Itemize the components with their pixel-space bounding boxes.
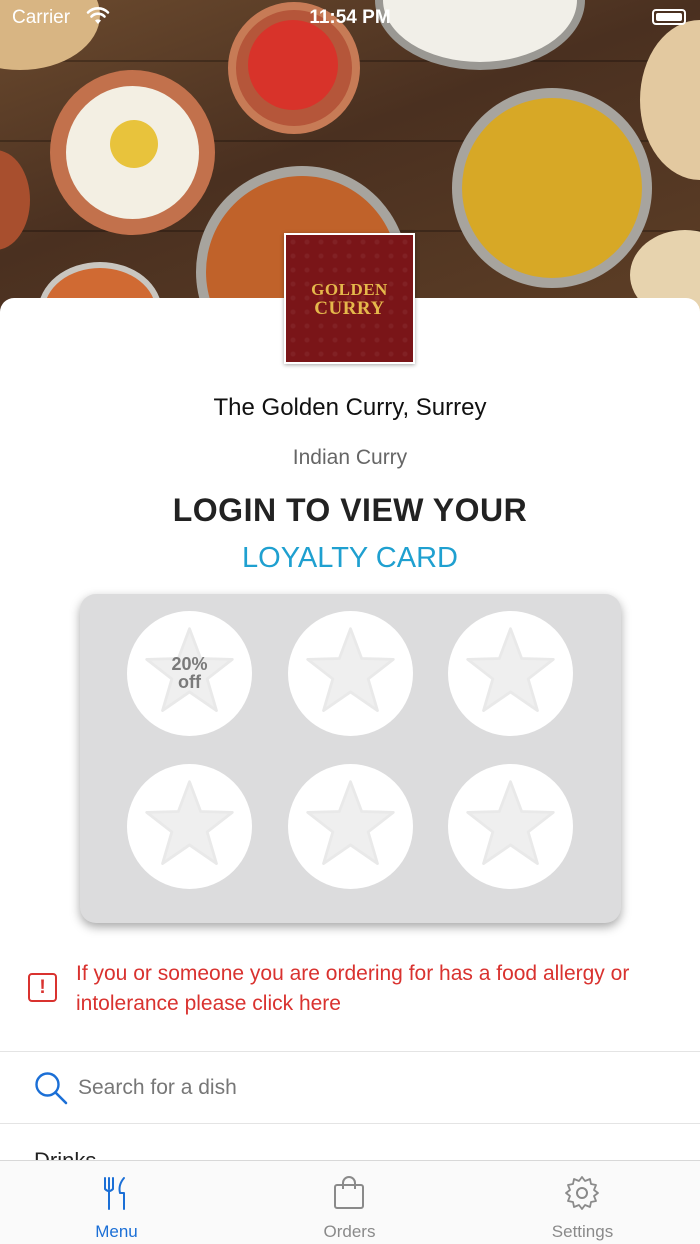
shopping-bag-icon <box>334 1176 364 1209</box>
tab-settings-label: Settings <box>551 1222 614 1241</box>
gear-icon <box>565 1176 599 1210</box>
reward-label: 20% off <box>127 655 252 691</box>
loyalty-heading: LOGIN TO VIEW YOUR <box>172 492 528 528</box>
star-icon <box>466 780 555 865</box>
exclamation-icon[interactable]: ! <box>28 973 57 1002</box>
star-icon <box>306 627 395 712</box>
loyalty-card[interactable]: 20% off <box>80 594 621 923</box>
loyalty-stamp <box>448 764 573 889</box>
restaurant-logo: GOLDEN CURRY <box>284 233 415 364</box>
loyalty-stamp: 20% off <box>127 611 252 736</box>
tab-settings[interactable]: Settings <box>466 1161 699 1244</box>
logo-text-line1: GOLDEN <box>311 279 388 299</box>
loyalty-stamp <box>448 611 573 736</box>
allergy-notice-link[interactable]: If you or someone you are ordering for h… <box>76 959 686 1019</box>
divider <box>0 1051 700 1052</box>
divider <box>0 1123 700 1124</box>
restaurant-name: The Golden Curry, Surrey <box>213 394 487 421</box>
logo-text-line2: CURRY <box>314 297 385 319</box>
dish-search-input[interactable] <box>78 1076 638 1100</box>
search-icon <box>35 1072 68 1105</box>
tab-orders[interactable]: Orders <box>233 1161 466 1244</box>
battery-icon <box>652 9 686 25</box>
fork-knife-icon <box>104 1177 125 1210</box>
star-icon <box>306 780 395 865</box>
star-icon <box>466 627 555 712</box>
status-bar: Carrier 11:54 PM <box>0 0 700 36</box>
clock: 11:54 PM <box>309 7 391 28</box>
restaurant-cuisine: Indian Curry <box>292 446 408 469</box>
tab-menu-label: Menu <box>95 1222 138 1241</box>
tab-orders-label: Orders <box>323 1222 376 1241</box>
reward-percent: 20% <box>171 654 208 674</box>
loyalty-stamp <box>288 764 413 889</box>
loyalty-stamp <box>288 611 413 736</box>
star-icon <box>145 780 234 865</box>
reward-off: off <box>178 672 201 692</box>
menu-category-item[interactable]: Drinks <box>34 1148 96 1160</box>
tab-bar: Menu Orders Settings <box>0 1160 700 1244</box>
tab-menu[interactable]: Menu <box>0 1161 233 1244</box>
loyalty-card-link[interactable]: LOYALTY CARD <box>0 542 700 575</box>
loyalty-stamp <box>127 764 252 889</box>
